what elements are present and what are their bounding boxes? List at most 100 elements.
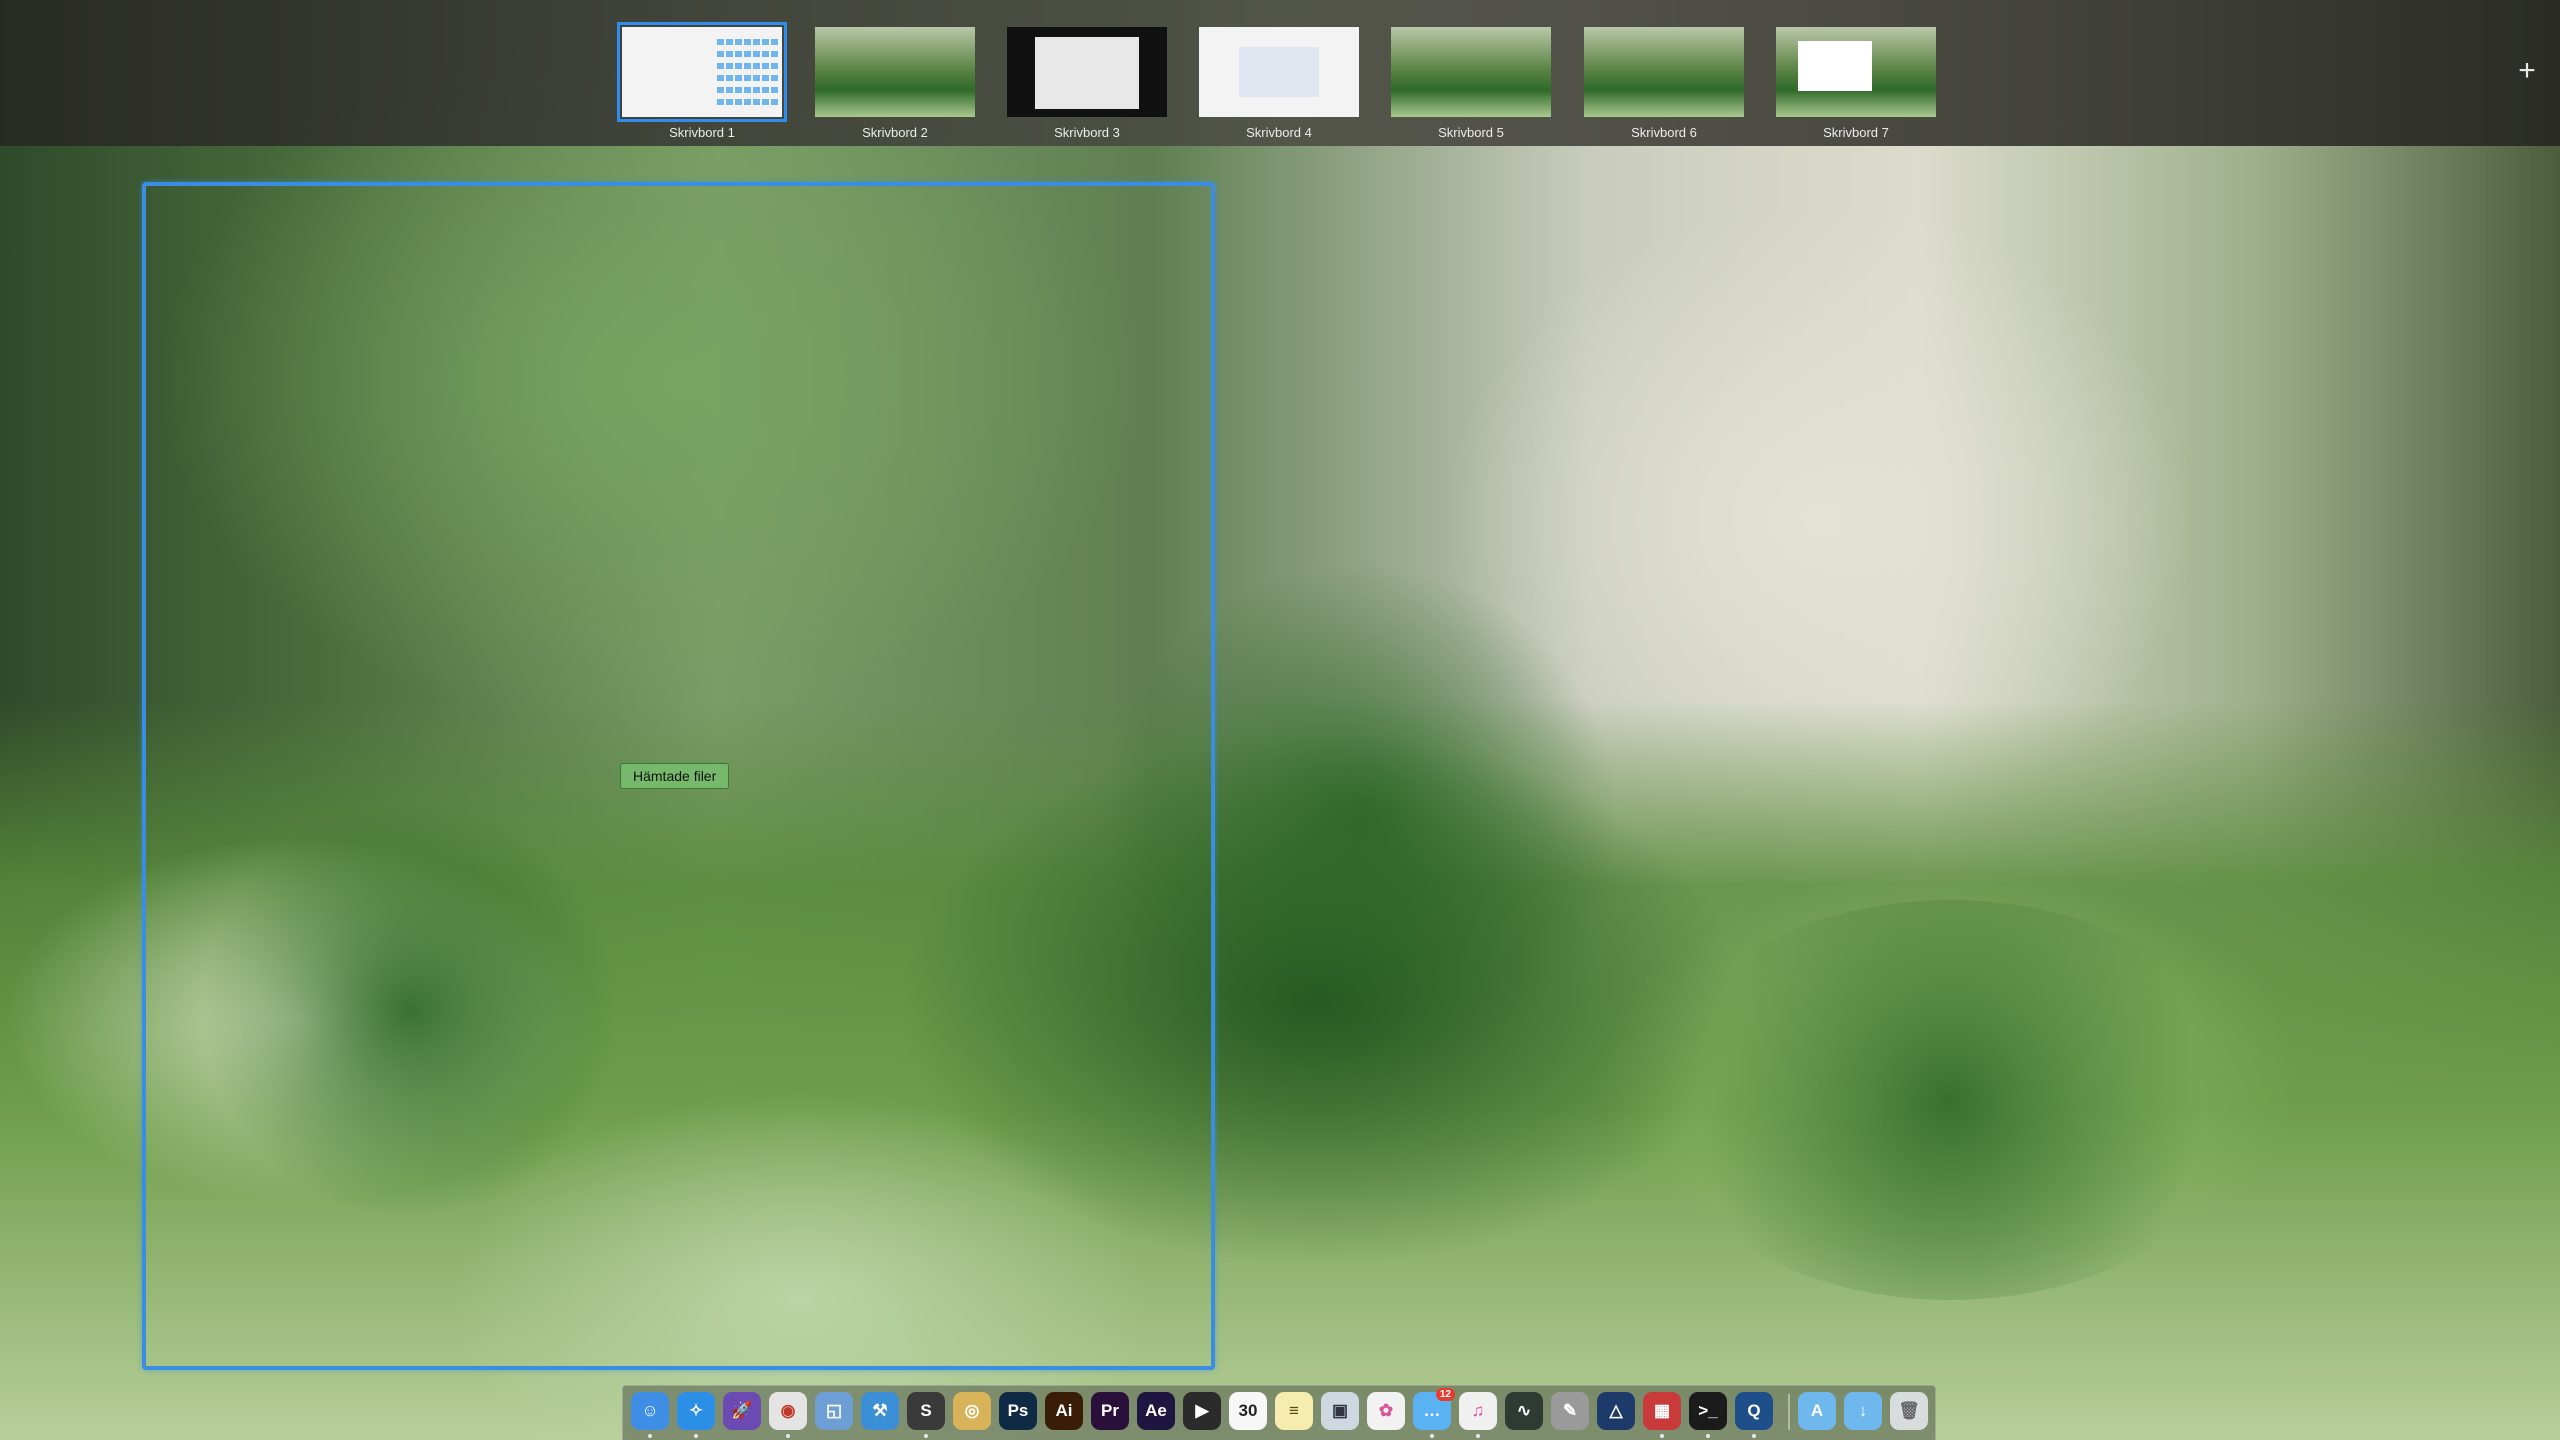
after-effects-icon[interactable]: Ae bbox=[1137, 1392, 1175, 1430]
thumbnail-file-icon bbox=[726, 87, 733, 93]
running-indicator bbox=[694, 1434, 698, 1438]
space-thumbnail bbox=[617, 22, 787, 122]
thumbnail-file-icon bbox=[726, 63, 733, 69]
space-thumbnail bbox=[1584, 27, 1744, 117]
thumbnail-file-icon bbox=[771, 51, 778, 57]
premiere-glyph: Pr bbox=[1101, 1401, 1119, 1420]
trash-icon[interactable]: 🗑 bbox=[1890, 1392, 1928, 1430]
parallels-icon[interactable]: ▦ bbox=[1643, 1392, 1681, 1430]
space-2[interactable]: Skrivbord 2 bbox=[815, 27, 975, 140]
plus-icon: + bbox=[2518, 54, 2536, 87]
quicktime-glyph: Q bbox=[1747, 1401, 1761, 1420]
thumbnail-file-icon bbox=[762, 39, 769, 45]
space-thumbnail bbox=[1007, 27, 1167, 117]
space-label: Skrivbord 4 bbox=[1246, 125, 1312, 140]
thumbnail-file-icon bbox=[735, 87, 742, 93]
downloads-folder-icon[interactable]: ↓ bbox=[1844, 1392, 1882, 1430]
space-thumbnail bbox=[1199, 27, 1359, 117]
parallels-glyph: ▦ bbox=[1653, 1401, 1671, 1420]
space-7[interactable]: Skrivbord 7 bbox=[1776, 27, 1936, 140]
running-indicator bbox=[1476, 1434, 1480, 1438]
instruments-icon[interactable]: △ bbox=[1597, 1392, 1635, 1430]
thumbnail-file-icon bbox=[735, 99, 742, 105]
thumbnail-file-icon bbox=[762, 51, 769, 57]
terminal-icon[interactable]: >_ bbox=[1689, 1392, 1727, 1430]
preview-2-glyph: ▣ bbox=[1331, 1401, 1349, 1420]
space-1[interactable]: Skrivbord 1 bbox=[617, 22, 787, 140]
space-3[interactable]: Skrivbord 3 bbox=[1007, 27, 1167, 140]
thumbnail-file-icon bbox=[717, 99, 724, 105]
sublime-text-glyph: S bbox=[920, 1401, 932, 1420]
thumbnail-file-icon bbox=[744, 39, 751, 45]
preview-2-icon[interactable]: ▣ bbox=[1321, 1392, 1359, 1430]
thumbnail-file-icon bbox=[753, 51, 760, 57]
thumbnail-window bbox=[1035, 37, 1139, 109]
space-6[interactable]: Skrivbord 6 bbox=[1584, 27, 1744, 140]
thumbnail-file-icon bbox=[771, 75, 778, 81]
safari-glyph: ✧ bbox=[688, 1401, 704, 1420]
itunes-glyph: ♫ bbox=[1471, 1401, 1485, 1420]
running-indicator bbox=[1752, 1434, 1756, 1438]
thumbnail-file-icon bbox=[771, 63, 778, 69]
script-editor-icon[interactable]: ✎ bbox=[1551, 1392, 1589, 1430]
thumbnail-file-icon bbox=[744, 75, 751, 81]
running-indicator bbox=[1706, 1434, 1710, 1438]
preview-icon[interactable]: ◱ bbox=[815, 1392, 853, 1430]
premiere-icon[interactable]: Pr bbox=[1091, 1392, 1129, 1430]
photos-icon[interactable]: ✿ bbox=[1367, 1392, 1405, 1430]
messages-glyph: … bbox=[1423, 1401, 1441, 1420]
xcode-icon[interactable]: ⚒ bbox=[861, 1392, 899, 1430]
thumbnail-file-icon bbox=[726, 75, 733, 81]
activity-monitor-glyph: ∿ bbox=[1516, 1401, 1532, 1420]
running-indicator bbox=[924, 1434, 928, 1438]
finder-glyph: ☺ bbox=[641, 1401, 659, 1420]
sequel-pro-glyph: ◎ bbox=[964, 1401, 980, 1420]
illustrator-icon[interactable]: Ai bbox=[1045, 1392, 1083, 1430]
sequel-pro-icon[interactable]: ◎ bbox=[953, 1392, 991, 1430]
calendar-icon[interactable]: 30 bbox=[1229, 1392, 1267, 1430]
space-thumbnail bbox=[815, 27, 975, 117]
space-4[interactable]: Skrivbord 4 bbox=[1199, 27, 1359, 140]
thumbnail-file-icon bbox=[753, 99, 760, 105]
chrome-icon[interactable]: ◉ bbox=[769, 1392, 807, 1430]
messages-icon[interactable]: … 12 bbox=[1413, 1388, 1455, 1430]
applications-folder-glyph: A bbox=[1810, 1401, 1824, 1420]
itunes-icon[interactable]: ♫ bbox=[1459, 1392, 1497, 1430]
running-indicator bbox=[1660, 1434, 1664, 1438]
preview-glyph: ◱ bbox=[825, 1401, 843, 1420]
photoshop-glyph: Ps bbox=[1007, 1401, 1029, 1420]
applications-folder-icon[interactable]: A bbox=[1798, 1392, 1836, 1430]
space-label: Skrivbord 1 bbox=[669, 125, 735, 140]
dock-separator bbox=[1788, 1394, 1790, 1430]
notes-icon[interactable]: ≡ bbox=[1275, 1392, 1313, 1430]
space-label: Skrivbord 3 bbox=[1054, 125, 1120, 140]
photoshop-icon[interactable]: Ps bbox=[999, 1392, 1037, 1430]
after-effects-glyph: Ae bbox=[1145, 1401, 1167, 1420]
thumbnail-window bbox=[1798, 41, 1872, 91]
thumbnail-file-icon bbox=[771, 39, 778, 45]
trash-glyph: 🗑 bbox=[1898, 1401, 1920, 1420]
notes-glyph: ≡ bbox=[1289, 1401, 1299, 1420]
thumbnail-file-icon bbox=[717, 39, 724, 45]
thumbnail-file-icon bbox=[762, 87, 769, 93]
space-thumbnail bbox=[1391, 27, 1551, 117]
launchpad-icon[interactable]: 🚀 bbox=[723, 1392, 761, 1430]
thumbnail-file-icon bbox=[762, 99, 769, 105]
finder-icon[interactable]: ☺ bbox=[631, 1392, 669, 1430]
thumbnail-file-icon bbox=[753, 39, 760, 45]
thumbnail-file-icon bbox=[762, 75, 769, 81]
activity-monitor-icon[interactable]: ∿ bbox=[1505, 1392, 1543, 1430]
space-label: Skrivbord 6 bbox=[1631, 125, 1697, 140]
final-cut-pro-glyph: ▶ bbox=[1195, 1401, 1209, 1420]
quicktime-icon[interactable]: Q bbox=[1735, 1392, 1773, 1430]
space-5[interactable]: Skrivbord 5 bbox=[1391, 27, 1551, 140]
add-space-button[interactable]: + bbox=[2514, 56, 2540, 86]
space-label: Skrivbord 5 bbox=[1438, 125, 1504, 140]
thumbnail-file-icon bbox=[735, 63, 742, 69]
thumbnail-file-icon bbox=[771, 99, 778, 105]
sublime-text-icon[interactable]: S bbox=[907, 1392, 945, 1430]
final-cut-pro-icon[interactable]: ▶ bbox=[1183, 1392, 1221, 1430]
downloads-folder-glyph: ↓ bbox=[1858, 1401, 1868, 1420]
safari-icon[interactable]: ✧ bbox=[677, 1392, 715, 1430]
thumbnail-file-icon bbox=[735, 51, 742, 57]
